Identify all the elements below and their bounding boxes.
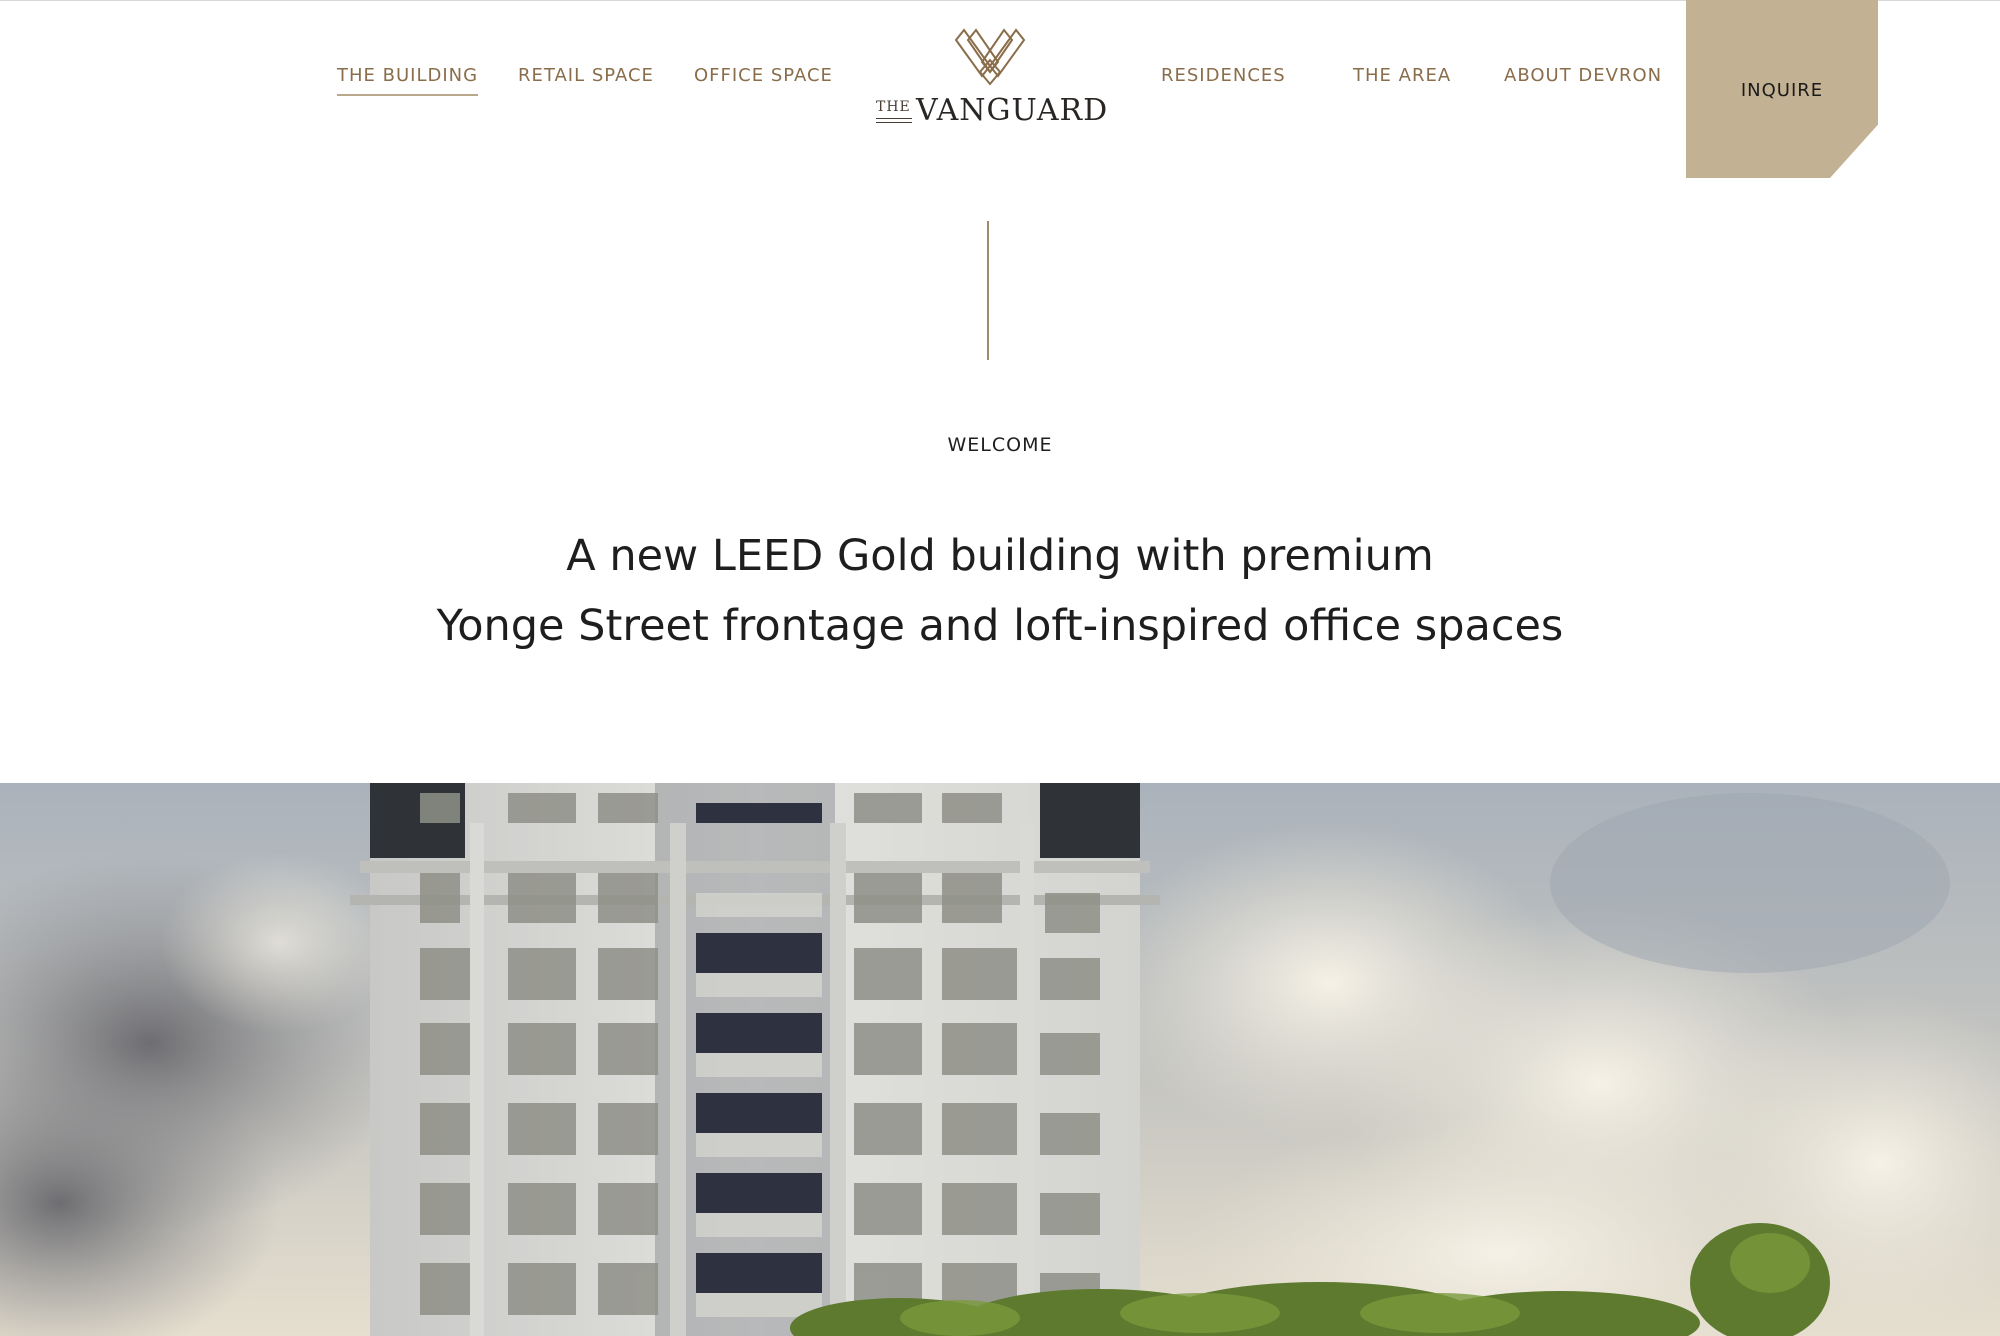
section-eyebrow: WELCOME (947, 434, 1053, 456)
inquire-button[interactable]: INQUIRE (1686, 0, 1878, 178)
site-logo[interactable]: THE VANGUARD (876, 26, 1107, 130)
logo-prefix: THE (876, 99, 911, 115)
headline-line-1: A new LEED Gold building with premium (566, 531, 1434, 581)
hero-building-image (0, 783, 2000, 1336)
nav-the-building[interactable]: THE BUILDING (337, 64, 479, 96)
nav-retail-space[interactable]: RETAIL SPACE (518, 64, 654, 88)
nav-residences[interactable]: RESIDENCES (1161, 64, 1286, 88)
vertical-divider (987, 221, 989, 360)
page-headline: A new LEED Gold building with premium Yo… (0, 521, 2000, 661)
inquire-label: INQUIRE (1740, 79, 1824, 101)
nav-about-devron[interactable]: ABOUT DEVRON (1504, 64, 1662, 88)
headline-line-2: Yonge Street frontage and loft-inspired … (436, 601, 1564, 651)
nav-the-area[interactable]: THE AREA (1353, 64, 1451, 88)
logo-prefix-rule (876, 118, 912, 123)
interlocking-chevron-logo-icon (954, 28, 1026, 86)
logo-name: VANGUARD (916, 93, 1109, 128)
building-rendering (0, 783, 2000, 1336)
nav-office-space[interactable]: OFFICE SPACE (694, 64, 833, 88)
